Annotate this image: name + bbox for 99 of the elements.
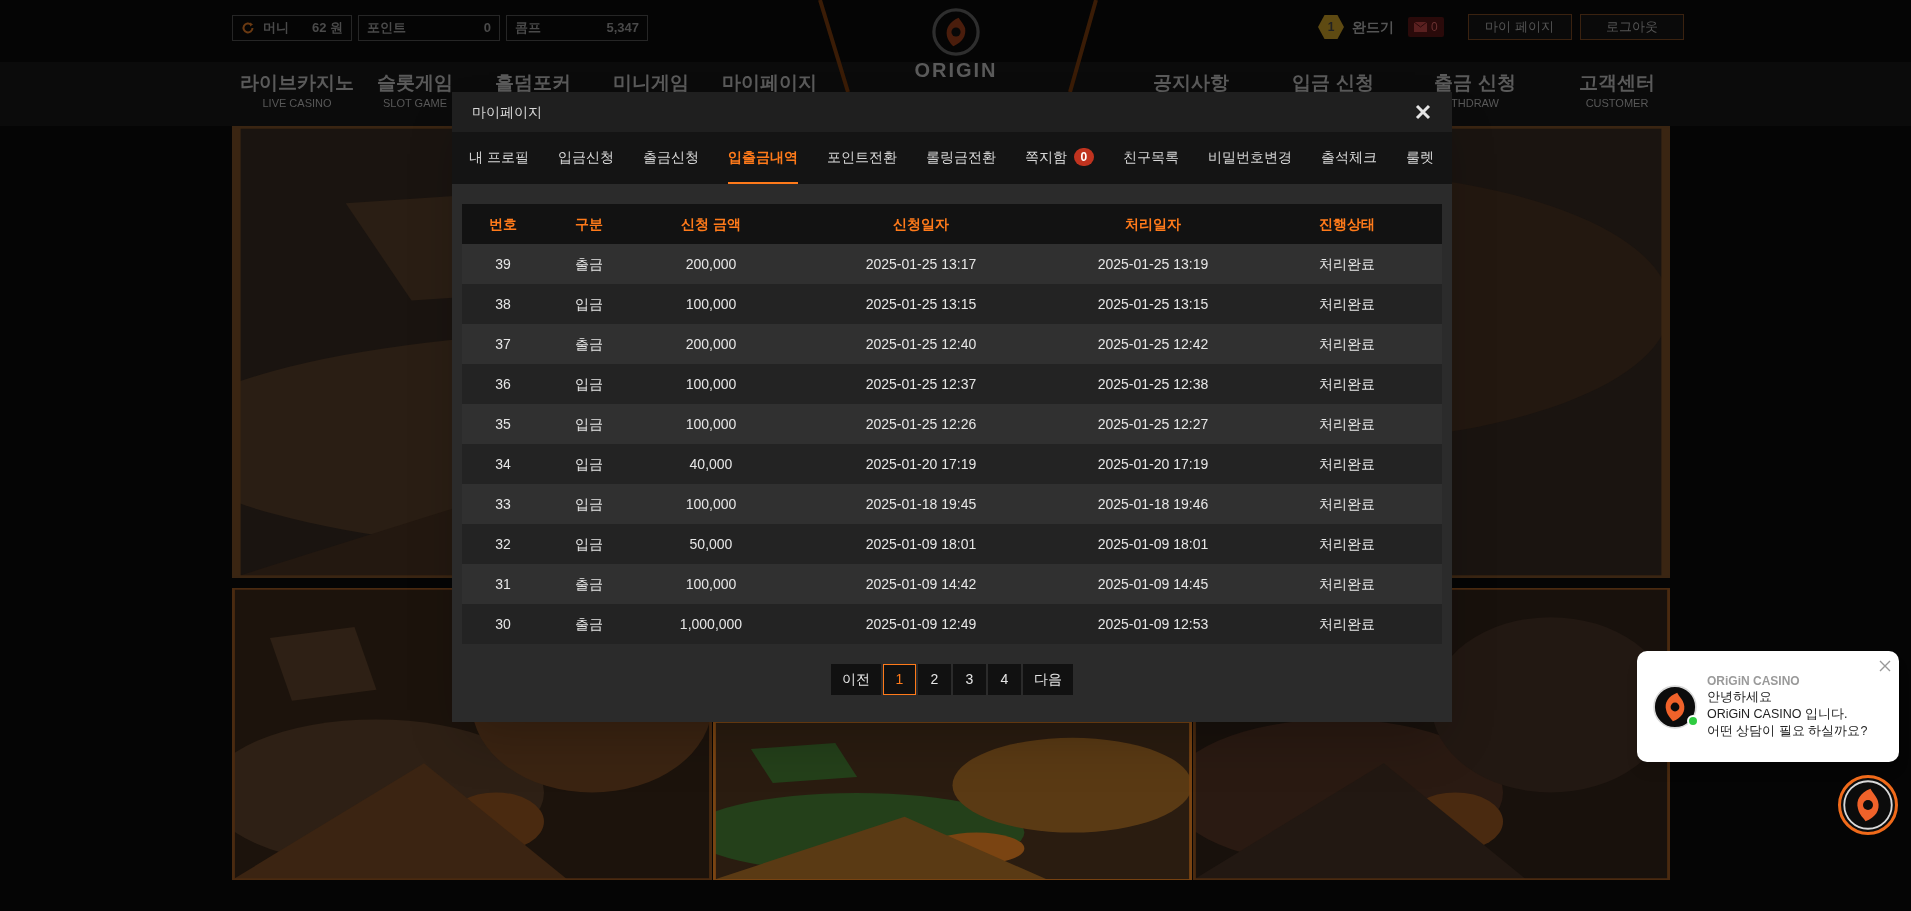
page-button[interactable]: 2	[918, 664, 951, 695]
close-icon	[1879, 660, 1891, 672]
table-cell-text: 출금	[574, 334, 604, 354]
prev-button[interactable]: 이전	[831, 664, 881, 695]
table-cell-text: 처리완료	[1317, 374, 1376, 394]
table-cell-text: 35	[494, 414, 512, 434]
table-cell-text: 2025-01-25 12:38	[1096, 374, 1210, 394]
table-cell-text: 2025-01-25 12:40	[864, 334, 978, 354]
table-cell-text: 처리완료	[1317, 334, 1376, 354]
table-cell-text: 처리완료	[1317, 294, 1376, 314]
refresh-icon[interactable]	[241, 21, 255, 35]
table-cell-text: 200,000	[684, 254, 738, 274]
page-button[interactable]: 1	[883, 664, 916, 695]
table-cell-text: 출금	[574, 254, 604, 274]
table-cell-text: 처리완료	[1317, 494, 1376, 514]
table-cell-text: 2025-01-25 13:15	[864, 294, 978, 314]
table-cell-text: 100,000	[684, 574, 738, 594]
username: 완드기	[1352, 17, 1394, 37]
table-cell-text: 38	[494, 294, 512, 314]
table-cell-text: 100,000	[684, 414, 738, 434]
page-button[interactable]: 4	[988, 664, 1021, 695]
table-cell-text: 50,000	[688, 534, 734, 554]
tab[interactable]: 출금신청	[642, 132, 699, 184]
column-header: 신청 금액	[680, 214, 742, 234]
wallet-label: 머니	[263, 19, 289, 38]
chat-message-line: 안녕하세요	[1707, 689, 1773, 706]
chat-message-line: 어떤 상담이 필요 하실까요?	[1707, 723, 1868, 740]
table-cell-text: 처리완료	[1317, 534, 1376, 554]
wallet-label: 콤프	[515, 19, 541, 38]
close-icon	[1415, 104, 1431, 120]
table-cell-text: 2025-01-09 18:01	[1096, 534, 1210, 554]
table-cell-text: 처리완료	[1317, 254, 1376, 274]
table-cell-text: 입금	[574, 374, 604, 394]
table-cell-text: 2025-01-09 12:53	[1096, 614, 1210, 634]
chat-message-line: ORiGiN CASINO 입니다.	[1707, 706, 1849, 723]
table-cell-text: 2025-01-25 13:15	[1096, 294, 1210, 314]
table-cell-text: 32	[494, 534, 512, 554]
tab[interactable]: 친구목록	[1122, 132, 1179, 184]
table-cell-text: 2025-01-09 12:49	[864, 614, 978, 634]
table-cell-text: 입금	[574, 494, 604, 514]
tab[interactable]: 쪽지함 0	[1024, 132, 1094, 184]
table-cell-text: 2025-01-25 12:37	[864, 374, 978, 394]
chat-launcher-button[interactable]	[1838, 775, 1898, 835]
tab[interactable]: 입금신청	[557, 132, 614, 184]
wallet-value: 62 원	[311, 19, 343, 38]
table-cell-text: 2025-01-25 13:17	[864, 254, 978, 274]
level-badge: 1	[1318, 15, 1344, 39]
table-cell-text: 33	[494, 494, 512, 514]
table-cell-text: 2025-01-20 17:19	[864, 454, 978, 474]
tab[interactable]: 내 프로필	[469, 132, 529, 184]
table-cell-text: 2025-01-18 19:45	[864, 494, 978, 514]
column-header: 처리일자	[1124, 214, 1182, 234]
table-cell-text: 2025-01-25 13:19	[1096, 254, 1210, 274]
table-cell-text: 2025-01-25 12:26	[864, 414, 978, 434]
table-cell-text: 34	[494, 454, 512, 474]
table-cell-text: 처리완료	[1317, 414, 1376, 434]
table-cell-text: 100,000	[684, 494, 738, 514]
tab[interactable]: 포인트전환	[826, 132, 897, 184]
column-header: 번호	[488, 214, 518, 234]
chat-sender: ORiGiN CASINO	[1707, 673, 1801, 689]
logo-icon[interactable]	[930, 6, 982, 58]
table-cell-text: 100,000	[684, 294, 738, 314]
logo-text: ORIGIN	[914, 60, 998, 80]
logo-icon	[1843, 780, 1893, 830]
table-cell-text: 2025-01-09 14:42	[864, 574, 978, 594]
tab[interactable]: 출석체크	[1320, 132, 1377, 184]
count-badge: 0	[1073, 148, 1094, 166]
table-cell-text: 처리완료	[1317, 454, 1376, 474]
column-header: 신청일자	[892, 214, 950, 234]
message-count: 0	[1431, 19, 1438, 36]
envelope-icon	[1414, 22, 1427, 32]
table-cell-text: 39	[494, 254, 512, 274]
column-header: 구분	[574, 214, 604, 234]
table-cell-text: 36	[494, 374, 512, 394]
table-cell-text: 입금	[574, 534, 604, 554]
table-cell-text: 2025-01-09 18:01	[864, 534, 978, 554]
table-cell-text: 2025-01-09 14:45	[1096, 574, 1210, 594]
table-cell-text: 40,000	[688, 454, 734, 474]
wallet-value: 0	[483, 19, 491, 38]
tab[interactable]: 룰렛	[1405, 132, 1434, 184]
modal-title: 마이페이지	[472, 102, 542, 122]
table-cell-text: 입금	[574, 414, 604, 434]
table-cell-text: 2025-01-20 17:19	[1096, 454, 1210, 474]
tab[interactable]: 롤링금전환	[925, 132, 996, 184]
table-cell-text: 2025-01-18 19:46	[1096, 494, 1210, 514]
wallet-label: 포인트	[367, 19, 406, 38]
tab[interactable]: 입출금내역	[727, 132, 798, 184]
table-cell-text: 37	[494, 334, 512, 354]
table-cell-text: 입금	[574, 294, 604, 314]
next-button[interactable]: 다음	[1023, 664, 1073, 695]
table-cell-text: 100,000	[684, 374, 738, 394]
tab[interactable]: 비밀번호변경	[1207, 132, 1292, 184]
table-cell-text: 2025-01-25 12:27	[1096, 414, 1210, 434]
table-cell-text: 입금	[574, 454, 604, 474]
column-header: 진행상태	[1317, 214, 1376, 234]
page-button[interactable]: 3	[953, 664, 986, 695]
table-cell-text: 2025-01-25 12:42	[1096, 334, 1210, 354]
wallet-value: 5,347	[606, 19, 639, 38]
table-cell-text: 200,000	[684, 334, 738, 354]
